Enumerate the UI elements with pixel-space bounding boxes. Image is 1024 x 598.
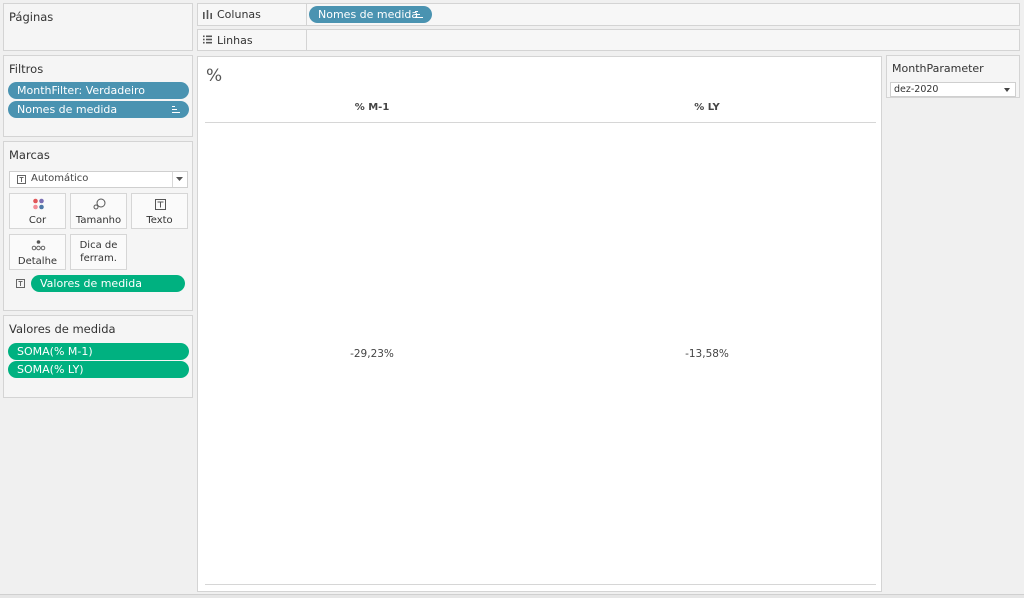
mark-type-dropdown[interactable]: Automático [9,171,188,188]
worksheet-view[interactable]: % % M-1 % LY -29,23% -13,58% [197,56,882,592]
filters-card-title: Filtros [9,62,44,76]
measure-pill-ly[interactable]: SOMA(% LY) [8,361,189,378]
column-header-ly[interactable]: % LY [647,102,767,113]
filter-pill-measure-names[interactable]: Nomes de medida [8,101,189,118]
pages-card[interactable]: Páginas [3,3,193,51]
size-label: Tamanho [75,215,122,226]
filter-pill-monthfilter[interactable]: MonthFilter: Verdadeiro [8,82,189,99]
columns-icon [203,10,212,19]
size-icon [93,198,106,210]
measure-values-card[interactable]: Valores de medida SOMA(% M-1) SOMA(% LY) [3,315,193,398]
column-header-m1[interactable]: % M-1 [312,102,432,113]
rows-shelf-header: Linhas [198,30,307,50]
tooltip-label-line1: Dica de [79,240,118,251]
columns-shelf-label: Colunas [217,8,261,21]
bottom-strip [0,594,1024,598]
text-icon [155,199,166,210]
rows-icon [203,35,212,44]
marks-card-title: Marcas [9,148,50,162]
color-icon [33,198,44,210]
chevron-down-icon[interactable] [176,177,183,182]
text-encoding-pill-label: Valores de medida [40,277,142,290]
worksheet-title: % [206,66,223,86]
detail-label: Detalhe [17,256,58,267]
measure-pill-label: SOMA(% LY) [17,363,84,376]
dropdown-divider [172,172,173,187]
rows-shelf[interactable]: Linhas [197,29,1020,51]
columns-pill-measure-names[interactable]: Nomes de medida [309,6,432,23]
value-cell-ly[interactable]: -13,58% [647,348,767,360]
tooltip-label-line2: ferram. [80,253,117,264]
tooltip-button[interactable]: Dica de ferram. [70,234,127,270]
detail-icon [31,240,46,251]
pages-card-title: Páginas [9,10,54,24]
chevron-down-icon[interactable] [1004,88,1010,92]
text-encoding-icon [16,279,25,288]
measure-values-card-title: Valores de medida [9,322,116,336]
size-button[interactable]: Tamanho [70,193,127,229]
bottom-divider [205,584,876,585]
value-cell-m1[interactable]: -29,23% [312,348,432,360]
header-divider [205,122,876,123]
columns-shelf[interactable]: Colunas Nomes de medida [197,3,1020,26]
filters-card[interactable]: Filtros MonthFilter: Verdadeiro Nomes de… [3,55,193,137]
measure-pill-label: SOMA(% M-1) [17,345,93,358]
text-encoding-pill[interactable]: Valores de medida [31,275,185,292]
mark-type-label: Automático [31,173,89,184]
marks-card[interactable]: Marcas Automático Cor Tamanho Texto Deta… [3,141,193,311]
columns-shelf-header: Colunas [198,4,307,25]
rows-shelf-label: Linhas [217,34,253,47]
parameter-selected-value: dez-2020 [894,84,939,95]
sort-icon [415,11,423,18]
color-button[interactable]: Cor [9,193,66,229]
columns-pill-label: Nomes de medida [318,8,419,21]
parameter-card[interactable]: MonthParameter dez-2020 [886,55,1020,98]
filter-pill-label: MonthFilter: Verdadeiro [17,84,146,97]
parameter-title: MonthParameter [892,62,984,75]
detail-button[interactable]: Detalhe [9,234,66,270]
measure-pill-m1[interactable]: SOMA(% M-1) [8,343,189,360]
text-label: Texto [146,215,173,226]
text-mark-icon [17,175,26,184]
parameter-dropdown[interactable]: dez-2020 [890,82,1016,97]
filter-pill-label: Nomes de medida [17,103,118,116]
color-label: Cor [28,215,47,226]
sort-icon [172,106,180,113]
text-button[interactable]: Texto [131,193,188,229]
